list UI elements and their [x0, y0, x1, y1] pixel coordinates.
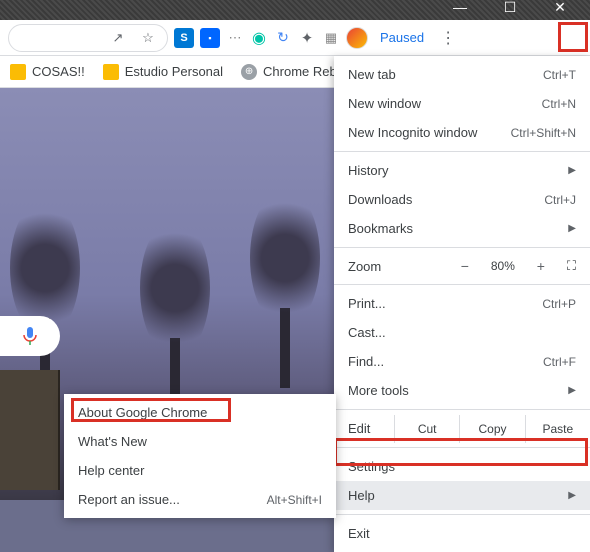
- minimize-button[interactable]: —: [446, 0, 474, 17]
- separator: [334, 447, 590, 448]
- share-icon[interactable]: ↗: [109, 29, 127, 47]
- zoom-out-button[interactable]: −: [453, 258, 477, 274]
- shortcut: Ctrl+T: [543, 68, 576, 82]
- profile-avatar[interactable]: [346, 27, 368, 49]
- zoom-value: 80%: [485, 259, 521, 273]
- menu-label: Print...: [348, 296, 386, 311]
- chrome-menu-button[interactable]: ⋮: [436, 26, 460, 50]
- extension-icon[interactable]: ⋯: [226, 29, 244, 47]
- bookmark-label: Estudio Personal: [125, 64, 223, 79]
- chevron-right-icon: ▶: [568, 490, 576, 501]
- menu-zoom: Zoom − 80% + ⛶: [334, 252, 590, 280]
- mic-icon: [22, 326, 38, 346]
- extension-icon-2[interactable]: ▦: [322, 29, 340, 47]
- menu-label: Zoom: [348, 259, 445, 274]
- menu-label: What's New: [78, 434, 147, 449]
- shortcut: Ctrl+N: [542, 97, 576, 111]
- menu-label: History: [348, 163, 388, 178]
- submenu-about-chrome[interactable]: About Google Chrome: [64, 398, 336, 427]
- menu-help[interactable]: Help ▶: [334, 481, 590, 510]
- menu-more-tools[interactable]: More tools ▶: [334, 376, 590, 405]
- menu-label: Downloads: [348, 192, 412, 207]
- shortcut: Ctrl+Shift+N: [511, 126, 576, 140]
- menu-label: About Google Chrome: [78, 405, 207, 420]
- menu-label: Bookmarks: [348, 221, 413, 236]
- menu-edit-row: Edit Cut Copy Paste: [334, 414, 590, 443]
- menu-bookmarks[interactable]: Bookmarks ▶: [334, 214, 590, 243]
- menu-downloads[interactable]: Downloads Ctrl+J: [334, 185, 590, 214]
- menu-settings[interactable]: Settings: [334, 452, 590, 481]
- shortcut: Ctrl+P: [542, 297, 576, 311]
- menu-label: Find...: [348, 354, 384, 369]
- separator: [334, 409, 590, 410]
- shortcut: Ctrl+F: [543, 355, 576, 369]
- sync-paused-label[interactable]: Paused: [374, 30, 430, 45]
- separator: [334, 151, 590, 152]
- menu-history[interactable]: History ▶: [334, 156, 590, 185]
- paste-button[interactable]: Paste: [525, 415, 590, 443]
- cut-button[interactable]: Cut: [394, 415, 459, 443]
- bookmark-item[interactable]: Estudio Personal: [103, 64, 223, 80]
- maximize-button[interactable]: ☐: [496, 0, 524, 17]
- chrome-menu: New tab Ctrl+T New window Ctrl+N New Incog…: [334, 56, 590, 552]
- menu-cast[interactable]: Cast...: [334, 318, 590, 347]
- toolbar: ↗ ☆ S ▪ ⋯ ◉ ↻ ✦ ▦ Paused ⋮: [0, 20, 590, 56]
- menu-new-window[interactable]: New window Ctrl+N: [334, 89, 590, 118]
- menu-exit[interactable]: Exit: [334, 519, 590, 548]
- omnibox[interactable]: ↗ ☆: [8, 24, 168, 52]
- menu-label: New window: [348, 96, 421, 111]
- extensions-icon[interactable]: ✦: [298, 29, 316, 47]
- bookmark-label: COSAS!!: [32, 64, 85, 79]
- menu-find[interactable]: Find... Ctrl+F: [334, 347, 590, 376]
- menu-label: New tab: [348, 67, 396, 82]
- copy-button[interactable]: Copy: [459, 415, 524, 443]
- menu-label: Help: [348, 488, 375, 503]
- extension-meet-icon[interactable]: ▪: [200, 28, 220, 48]
- submenu-whats-new[interactable]: What's New: [64, 427, 336, 456]
- zoom-in-button[interactable]: +: [529, 258, 553, 274]
- menu-incognito[interactable]: New Incognito window Ctrl+Shift+N: [334, 118, 590, 147]
- voice-search-button[interactable]: [0, 316, 60, 356]
- menu-label: Help center: [78, 463, 144, 478]
- menu-label: Edit: [334, 414, 394, 443]
- submenu-help-center[interactable]: Help center: [64, 456, 336, 485]
- bookmark-star-icon[interactable]: ☆: [139, 29, 157, 47]
- fullscreen-icon[interactable]: ⛶: [561, 258, 576, 274]
- menu-label: More tools: [348, 383, 409, 398]
- extension-skype-icon[interactable]: S: [174, 28, 194, 48]
- titlebar: — ☐ ✕: [0, 0, 590, 20]
- help-submenu: About Google Chrome What's New Help cent…: [64, 394, 336, 518]
- chevron-right-icon: ▶: [568, 223, 576, 234]
- chevron-right-icon: ▶: [568, 385, 576, 396]
- separator: [334, 247, 590, 248]
- close-button[interactable]: ✕: [546, 0, 574, 17]
- menu-print[interactable]: Print... Ctrl+P: [334, 289, 590, 318]
- shortcut: Ctrl+J: [544, 193, 576, 207]
- bookmark-item[interactable]: COSAS!!: [10, 64, 85, 80]
- extension-grammarly-icon[interactable]: ◉: [250, 29, 268, 47]
- menu-label: Cast...: [348, 325, 386, 340]
- menu-label: Settings: [348, 459, 395, 474]
- separator: [334, 284, 590, 285]
- extension-refresh-icon[interactable]: ↻: [274, 29, 292, 47]
- menu-label: New Incognito window: [348, 125, 477, 140]
- separator: [334, 514, 590, 515]
- menu-new-tab[interactable]: New tab Ctrl+T: [334, 60, 590, 89]
- menu-label: Exit: [348, 526, 370, 541]
- chevron-right-icon: ▶: [568, 165, 576, 176]
